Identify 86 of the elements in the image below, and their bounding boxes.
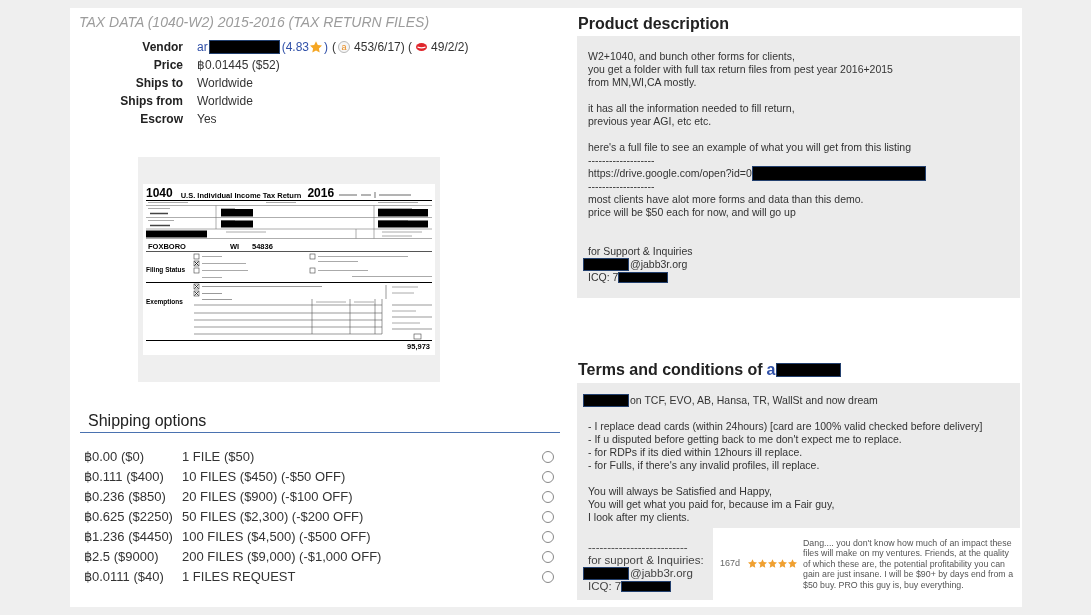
form-year: 2016 xyxy=(307,187,335,199)
description-text: from MN,WI,CA mostly. xyxy=(588,76,697,89)
terms-text: You will get what you paid for, because im a Fair guy, xyxy=(588,498,835,511)
radio-button[interactable] xyxy=(542,551,554,563)
star-icon xyxy=(748,559,757,569)
description-text: previous year AGI, etc etc. xyxy=(588,115,712,128)
terms-text: You will always be Satisfied and Happy, xyxy=(588,485,772,498)
option-price: ฿2.5 ($9000) xyxy=(84,549,159,565)
listing-title: TAX DATA (1040-W2) 2015-2016 (TAX RETURN FILES) xyxy=(79,14,430,30)
vendor-link[interactable]: ) xyxy=(324,38,329,56)
option-label: 10 FILES ($450) (-$50 OFF) xyxy=(182,469,346,485)
redaction-bar xyxy=(583,567,629,580)
support-text: @jabb3r.org xyxy=(630,567,693,580)
redaction-bar xyxy=(621,581,672,592)
star-icon xyxy=(758,559,767,569)
detail-value: 49/2/2) xyxy=(431,39,469,56)
review-text: Dang.... you don't know how much of an impact these files will make on my ventures. Friends, at the quality of which these are, the potential profitability you can gain are just insane. I will be $90+ by days end from a $50 buy. PRO this guy is, buy everything. xyxy=(803,537,1015,590)
description-text: for Support & Inquiries xyxy=(588,245,693,258)
section-heading: Product description xyxy=(578,14,730,34)
description-text: here's a full file to see an example of what you will get from this listing xyxy=(588,141,911,154)
radio-button[interactable] xyxy=(542,571,554,583)
option-price: ฿0.625 ($2250) xyxy=(84,509,173,525)
option-price: ฿0.00 ($0) xyxy=(84,449,145,465)
option-price: ฿0.0111 ($40) xyxy=(84,569,164,585)
vendor-link[interactable]: ar xyxy=(197,38,208,56)
redaction-bar xyxy=(775,363,841,377)
star-icon xyxy=(768,559,777,569)
radio-button[interactable] xyxy=(542,451,554,463)
option-price: ฿0.111 ($400) xyxy=(84,469,164,485)
option-price: ฿1.236 ($4450) xyxy=(84,529,173,545)
section-heading: Terms and conditions of xyxy=(578,360,763,380)
support-text: for support & Inquiries: xyxy=(588,554,704,567)
terms-text: I look after my clients. xyxy=(588,511,690,524)
star-icon xyxy=(778,559,787,569)
redaction-bar xyxy=(583,258,629,271)
terms-text: on TCF, EVO, AB, Hansa, TR, WallSt and now dream xyxy=(630,394,878,407)
description-text: ------------------- xyxy=(588,154,655,167)
description-text: @jabb3r.org xyxy=(630,258,688,271)
form-number: 1040 xyxy=(146,187,173,199)
terms-text: - I replace dead cards (within 24hours) [card are 100% valid checked before delivery] xyxy=(588,420,983,433)
terms-text: - for RDPs if its died within 12hours ill replace. xyxy=(588,446,803,459)
radio-button[interactable] xyxy=(542,511,554,523)
vendor-link[interactable]: (4.83 xyxy=(281,38,310,56)
option-label: 1 FILE ($50) xyxy=(182,449,255,465)
terms-text: - If u disputed before getting back to me don't expect me to replace. xyxy=(588,433,902,446)
detail-value: Yes xyxy=(197,111,217,128)
description-text: W2+1040, and bunch other forms for clients, xyxy=(588,50,795,63)
detail-value: ฿0.01445 ($52) xyxy=(197,57,280,74)
star-icon xyxy=(310,41,323,53)
detail-value: 453/6/17) ( xyxy=(354,39,413,56)
radio-button[interactable] xyxy=(542,491,554,503)
option-label: 200 FILES ($9,000) (-$1,000 OFF) xyxy=(182,549,382,565)
redaction-bar xyxy=(583,394,629,407)
description-text: it has all the information needed to fill return, xyxy=(588,102,795,115)
option-price: ฿0.236 ($850) xyxy=(84,489,166,505)
redaction-bar xyxy=(208,40,280,54)
option-label: 20 FILES ($900) (-$100 OFF) xyxy=(182,489,353,505)
lips-icon xyxy=(416,43,428,51)
description-text: ICQ: 7 xyxy=(588,271,619,284)
description-text: you get a folder with full tax return files from pest year 2016+2015 xyxy=(588,63,893,76)
support-text: ICQ: 7 xyxy=(588,580,622,593)
review-age: 167d xyxy=(720,557,742,571)
option-label: 1 FILES REQUEST xyxy=(182,569,296,585)
detail-label: Escrow xyxy=(140,111,183,128)
detail-label: Ships from xyxy=(120,93,183,110)
description-text: most clients have alot more forms and data than this demo. xyxy=(588,193,864,206)
description-text: price will be $50 each for now, and will go up xyxy=(588,206,796,219)
detail-value: ( xyxy=(332,39,337,56)
terms-text: - for Fulls, if there's any invalid profiles, ill replace. xyxy=(588,459,820,472)
radio-button[interactable] xyxy=(542,471,554,483)
section-heading: Shipping options xyxy=(88,411,207,431)
detail-value: Worldwide xyxy=(197,75,253,92)
detail-value: Worldwide xyxy=(197,93,253,110)
detail-label: Vendor xyxy=(142,39,183,56)
option-label: 50 FILES ($2,300) (-$200 OFF) xyxy=(182,509,364,525)
letter-badge: a xyxy=(338,41,351,53)
radio-button[interactable] xyxy=(542,531,554,543)
vendor-link[interactable]: a xyxy=(766,358,776,382)
description-text: https://drive.google.com/open?id=0 xyxy=(588,167,752,180)
detail-label: Price xyxy=(153,57,183,74)
option-label: 100 FILES ($4,500) (-$500 OFF) xyxy=(182,529,371,545)
redaction-bar xyxy=(618,272,669,283)
detail-label: Ships to xyxy=(135,75,183,92)
support-text: -------------------------- xyxy=(588,541,688,554)
star-icon xyxy=(788,559,797,569)
description-text: ------------------- xyxy=(588,180,655,193)
